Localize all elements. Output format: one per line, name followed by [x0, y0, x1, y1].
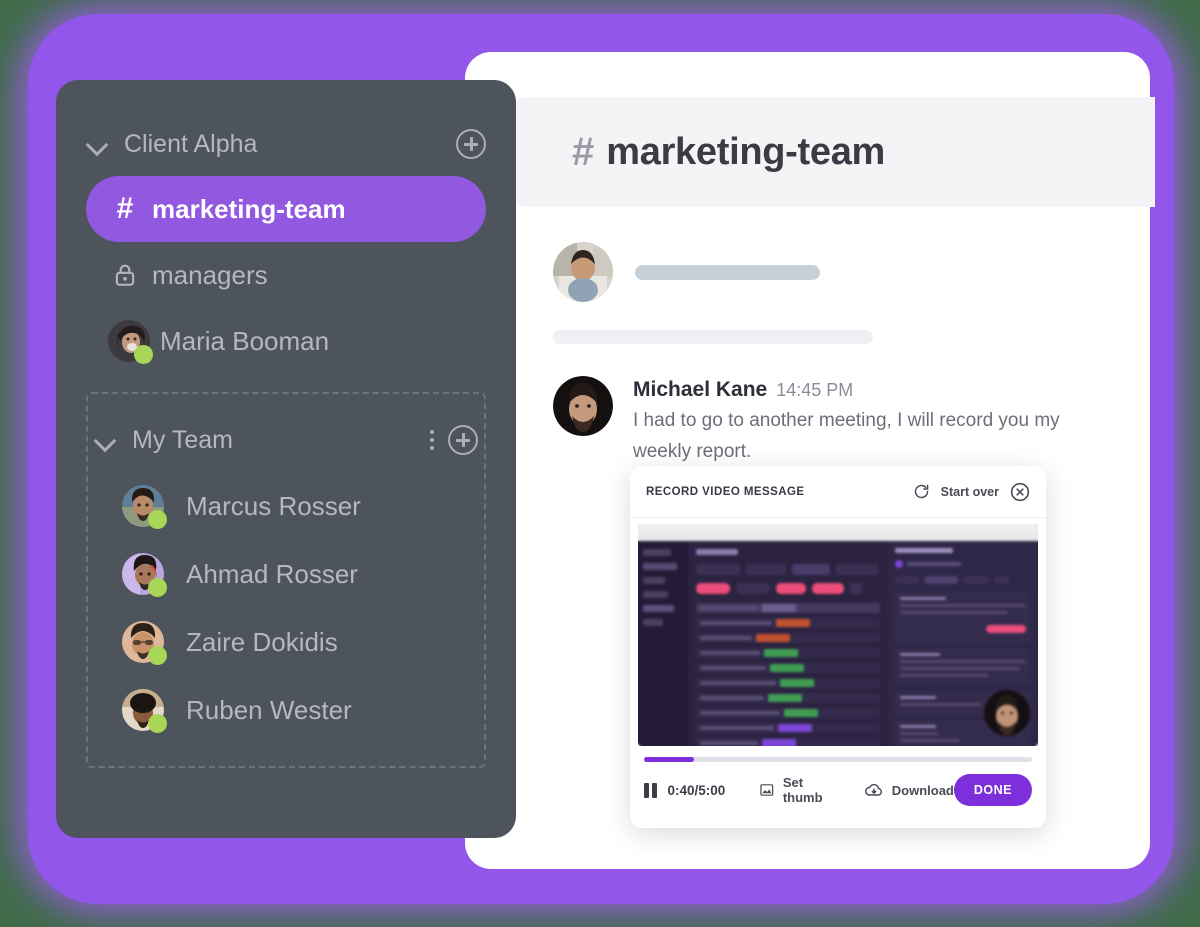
- message-placeholder: [553, 242, 1123, 344]
- sidebar-item-maria-booman[interactable]: Maria Booman: [86, 308, 486, 374]
- close-circle-icon[interactable]: [1010, 482, 1030, 502]
- online-status-dot: [148, 578, 167, 597]
- message-author: Michael Kane: [633, 378, 768, 401]
- pause-icon[interactable]: [644, 782, 657, 798]
- avatar: [122, 621, 167, 665]
- sidebar-item-label: Maria Booman: [160, 325, 330, 356]
- set-thumb-label: Set thumb: [782, 775, 823, 805]
- sidebar-group-title: My Team: [132, 425, 233, 454]
- refresh-icon[interactable]: [913, 483, 930, 500]
- done-button[interactable]: DONE: [953, 774, 1032, 806]
- video-progress-fill: [644, 757, 695, 762]
- sidebar-item-marketing-team[interactable]: # marketing-team: [86, 176, 486, 242]
- message-text: I had to go to another meeting, I will r…: [633, 410, 1060, 462]
- sidebar-item-label: Ahmad Rosser: [186, 558, 358, 589]
- hash-icon: #: [116, 192, 134, 225]
- chevron-down-icon[interactable]: [94, 429, 116, 451]
- sidebar-group-header-my-team[interactable]: My Team: [94, 408, 478, 472]
- message-list: Michael Kane 14:45 PM I had to go to ano…: [553, 242, 1123, 468]
- message-timestamp: 14:45 PM: [776, 380, 854, 400]
- placeholder-bar: [635, 264, 820, 280]
- online-status-dot: [134, 345, 153, 364]
- recorder-controls: 0:40/5:00 Set thumb Download DONE: [630, 762, 1046, 806]
- sidebar-item-ruben-wester[interactable]: Ruben Wester: [94, 676, 478, 744]
- sidebar-group-title: Client Alpha: [124, 129, 258, 158]
- start-over-button[interactable]: Start over: [941, 485, 999, 499]
- more-vertical-icon[interactable]: [430, 430, 434, 450]
- image-icon: [760, 784, 774, 796]
- sidebar-item-zaire-dokidis[interactable]: Zaire Dokidis: [94, 608, 478, 676]
- online-status-dot: [148, 510, 167, 529]
- sidebar-item-ahmad-rosser[interactable]: Ahmad Rosser: [94, 540, 478, 608]
- lock-icon: [108, 261, 142, 289]
- online-status-dot: [148, 646, 167, 665]
- sidebar-group-header-client-alpha[interactable]: Client Alpha: [86, 112, 486, 176]
- avatar: [122, 553, 167, 597]
- avatar: [108, 320, 153, 364]
- download-button[interactable]: Download: [864, 780, 954, 800]
- sidebar-item-marcus-rosser[interactable]: Marcus Rosser: [94, 472, 478, 540]
- video-progress-bar[interactable]: [644, 757, 1032, 762]
- video-recorder-widget: RECORD VIDEO MESSAGE Start over 0:40/5:0…: [630, 466, 1046, 828]
- sidebar-item-label: managers: [152, 259, 268, 290]
- sidebar-item-managers[interactable]: managers: [86, 242, 486, 308]
- video-preview[interactable]: [638, 524, 1038, 746]
- plus-circle-icon[interactable]: [456, 129, 486, 159]
- avatar: [122, 485, 167, 529]
- chevron-down-icon[interactable]: [86, 133, 108, 155]
- cloud-download-icon: [864, 783, 882, 796]
- sidebar-item-label: Marcus Rosser: [186, 490, 361, 521]
- sidebar-item-label: marketing-team: [152, 193, 346, 224]
- sidebar-group-my-team: My Team Marcus Rosser Ahmad Rosser Zaire…: [86, 392, 486, 768]
- page-title: marketing-team: [606, 130, 886, 173]
- sidebar: Client Alpha # marketing-team managers M…: [56, 80, 516, 838]
- avatar: [553, 376, 613, 436]
- plus-circle-icon[interactable]: [448, 425, 478, 455]
- avatar: [122, 689, 167, 733]
- message-item: Michael Kane 14:45 PM I had to go to ano…: [553, 376, 1123, 468]
- hash-icon: #: [572, 130, 595, 174]
- recorder-title: RECORD VIDEO MESSAGE: [646, 485, 805, 498]
- recorder-header: RECORD VIDEO MESSAGE Start over: [630, 466, 1046, 518]
- download-label: Download: [891, 782, 954, 798]
- placeholder-bar: [553, 330, 873, 344]
- sidebar-item-label: Zaire Dokidis: [186, 626, 338, 657]
- online-status-dot: [148, 714, 167, 733]
- set-thumb-button[interactable]: Set thumb: [759, 775, 837, 805]
- video-timecode: 0:40/5:00: [667, 782, 726, 798]
- channel-header: # marketing-team: [510, 97, 1155, 207]
- sidebar-item-label: Ruben Wester: [186, 694, 352, 725]
- avatar: [553, 242, 613, 302]
